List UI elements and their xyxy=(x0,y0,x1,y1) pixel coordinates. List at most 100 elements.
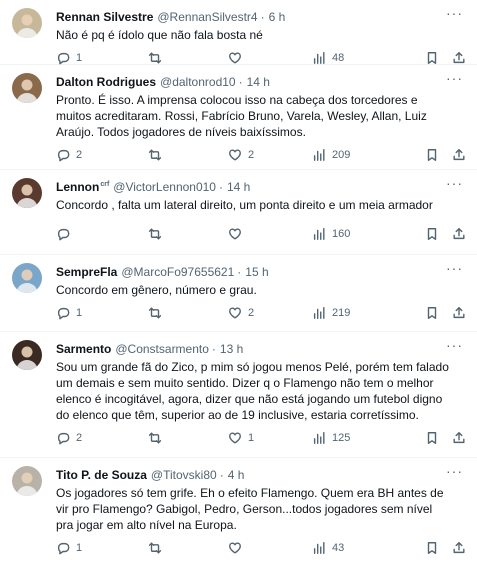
share-button[interactable] xyxy=(452,227,466,241)
author-name[interactable]: SempreFla xyxy=(56,265,117,279)
views-count: 160 xyxy=(332,228,351,240)
like-button[interactable]: 2 xyxy=(228,306,254,320)
bookmark-icon xyxy=(425,227,439,241)
tweet-time[interactable]: 6 h xyxy=(269,10,286,24)
retweet-icon xyxy=(148,51,162,65)
views-count: 48 xyxy=(332,52,345,64)
bookmark-button[interactable] xyxy=(425,306,439,320)
retweet-button[interactable] xyxy=(148,148,168,162)
tweet-time[interactable]: 15 h xyxy=(245,265,268,279)
views-icon xyxy=(312,148,326,162)
reply-button[interactable]: 2 xyxy=(56,148,82,162)
share-button[interactable] xyxy=(452,541,466,555)
views-button[interactable]: 48 xyxy=(312,51,344,65)
like-button[interactable] xyxy=(228,51,248,65)
heart-icon xyxy=(228,148,242,162)
tweet[interactable]: Tito P. de Souza @Titovski80 · 4 h ··· O… xyxy=(0,458,477,586)
avatar[interactable] xyxy=(12,340,42,370)
views-icon xyxy=(312,51,326,65)
reply-button[interactable]: 2 xyxy=(56,431,82,445)
views-count: 219 xyxy=(332,307,351,319)
author-handle[interactable]: @MarcoFo97655621 xyxy=(121,265,234,279)
like-button[interactable] xyxy=(228,541,248,555)
more-icon[interactable]: ··· xyxy=(446,6,463,20)
heart-icon xyxy=(228,306,242,320)
reply-button[interactable]: 1 xyxy=(56,51,82,65)
tweet-time[interactable]: 4 h xyxy=(228,468,245,482)
retweet-button[interactable] xyxy=(148,227,168,241)
like-button[interactable]: 2 xyxy=(228,148,254,162)
tweet[interactable]: Dalton Rodrigues @daltonrod10 · 14 h ···… xyxy=(0,65,477,170)
author-handle[interactable]: @Titovski80 xyxy=(151,468,217,482)
name-superscript: crf xyxy=(100,181,110,188)
more-icon[interactable]: ··· xyxy=(446,338,463,352)
author-handle[interactable]: @Constsarmento xyxy=(115,342,209,356)
retweet-button[interactable] xyxy=(148,306,168,320)
author-handle[interactable]: @daltonrod10 xyxy=(160,75,236,89)
retweet-icon xyxy=(148,227,162,241)
share-icon xyxy=(452,51,466,65)
views-button[interactable]: 219 xyxy=(312,306,350,320)
tweet-time[interactable]: 14 h xyxy=(247,75,270,89)
bookmark-button[interactable] xyxy=(425,227,439,241)
retweet-button[interactable] xyxy=(148,51,168,65)
author-handle[interactable]: @VictorLennon010 xyxy=(113,180,216,194)
share-button[interactable] xyxy=(452,306,466,320)
author-name[interactable]: Tito P. de Souza xyxy=(56,468,147,482)
views-button[interactable]: 43 xyxy=(312,541,344,555)
action-bar: 2 1 125 xyxy=(56,423,465,453)
more-icon[interactable]: ··· xyxy=(446,71,463,85)
author-name[interactable]: Dalton Rodrigues xyxy=(56,75,156,89)
more-icon[interactable]: ··· xyxy=(446,464,463,478)
share-button[interactable] xyxy=(452,431,466,445)
action-bar: 1 2 219 xyxy=(56,298,465,328)
tweet-text: Sou um grande fã do Zico, p mim só jogou… xyxy=(56,360,449,422)
reply-button[interactable] xyxy=(56,227,76,241)
avatar[interactable] xyxy=(12,466,42,496)
bookmark-icon xyxy=(425,431,439,445)
reply-icon xyxy=(56,541,70,555)
reply-button[interactable]: 1 xyxy=(56,306,82,320)
like-count: 1 xyxy=(248,432,255,444)
timeline: Rennan Silvestre @RennanSilvestr4 · 6 h … xyxy=(0,0,477,586)
reply-icon xyxy=(56,306,70,320)
bookmark-button[interactable] xyxy=(425,148,439,162)
tweet[interactable]: Lennoncrf @VictorLennon010 · 14 h ··· Co… xyxy=(0,170,477,255)
tweet[interactable]: SempreFla @MarcoFo97655621 · 15 h ··· Co… xyxy=(0,255,477,332)
like-button[interactable] xyxy=(228,227,248,241)
reply-count: 1 xyxy=(76,52,83,64)
bookmark-button[interactable] xyxy=(425,51,439,65)
views-button[interactable]: 125 xyxy=(312,431,350,445)
like-button[interactable]: 1 xyxy=(228,431,254,445)
avatar[interactable] xyxy=(12,8,42,38)
views-count: 125 xyxy=(332,432,351,444)
bookmark-button[interactable] xyxy=(425,541,439,555)
author-name[interactable]: Lennoncrf xyxy=(56,180,109,194)
more-icon[interactable]: ··· xyxy=(446,261,463,275)
retweet-button[interactable] xyxy=(148,541,168,555)
avatar[interactable] xyxy=(12,73,42,103)
tweet[interactable]: Sarmento @Constsarmento · 13 h ··· Sou u… xyxy=(0,332,477,458)
tweet-time[interactable]: 14 h xyxy=(227,180,250,194)
views-icon xyxy=(312,227,326,241)
bookmark-icon xyxy=(425,148,439,162)
author-name[interactable]: Sarmento xyxy=(56,342,111,356)
more-icon[interactable]: ··· xyxy=(446,176,463,190)
tweet-time[interactable]: 13 h xyxy=(220,342,243,356)
bookmark-button[interactable] xyxy=(425,431,439,445)
views-button[interactable]: 209 xyxy=(312,148,350,162)
author-handle[interactable]: @RennanSilvestr4 xyxy=(157,10,257,24)
reply-button[interactable]: 1 xyxy=(56,541,82,555)
heart-icon xyxy=(228,431,242,445)
avatar[interactable] xyxy=(12,178,42,208)
share-button[interactable] xyxy=(452,148,466,162)
retweet-icon xyxy=(148,148,162,162)
avatar[interactable] xyxy=(12,263,42,293)
views-button[interactable]: 160 xyxy=(312,227,350,241)
author-name[interactable]: Rennan Silvestre xyxy=(56,10,153,24)
share-button[interactable] xyxy=(452,51,466,65)
retweet-button[interactable] xyxy=(148,431,168,445)
like-count: 2 xyxy=(248,307,255,319)
tweet[interactable]: Rennan Silvestre @RennanSilvestr4 · 6 h … xyxy=(0,0,477,65)
bookmark-icon xyxy=(425,306,439,320)
